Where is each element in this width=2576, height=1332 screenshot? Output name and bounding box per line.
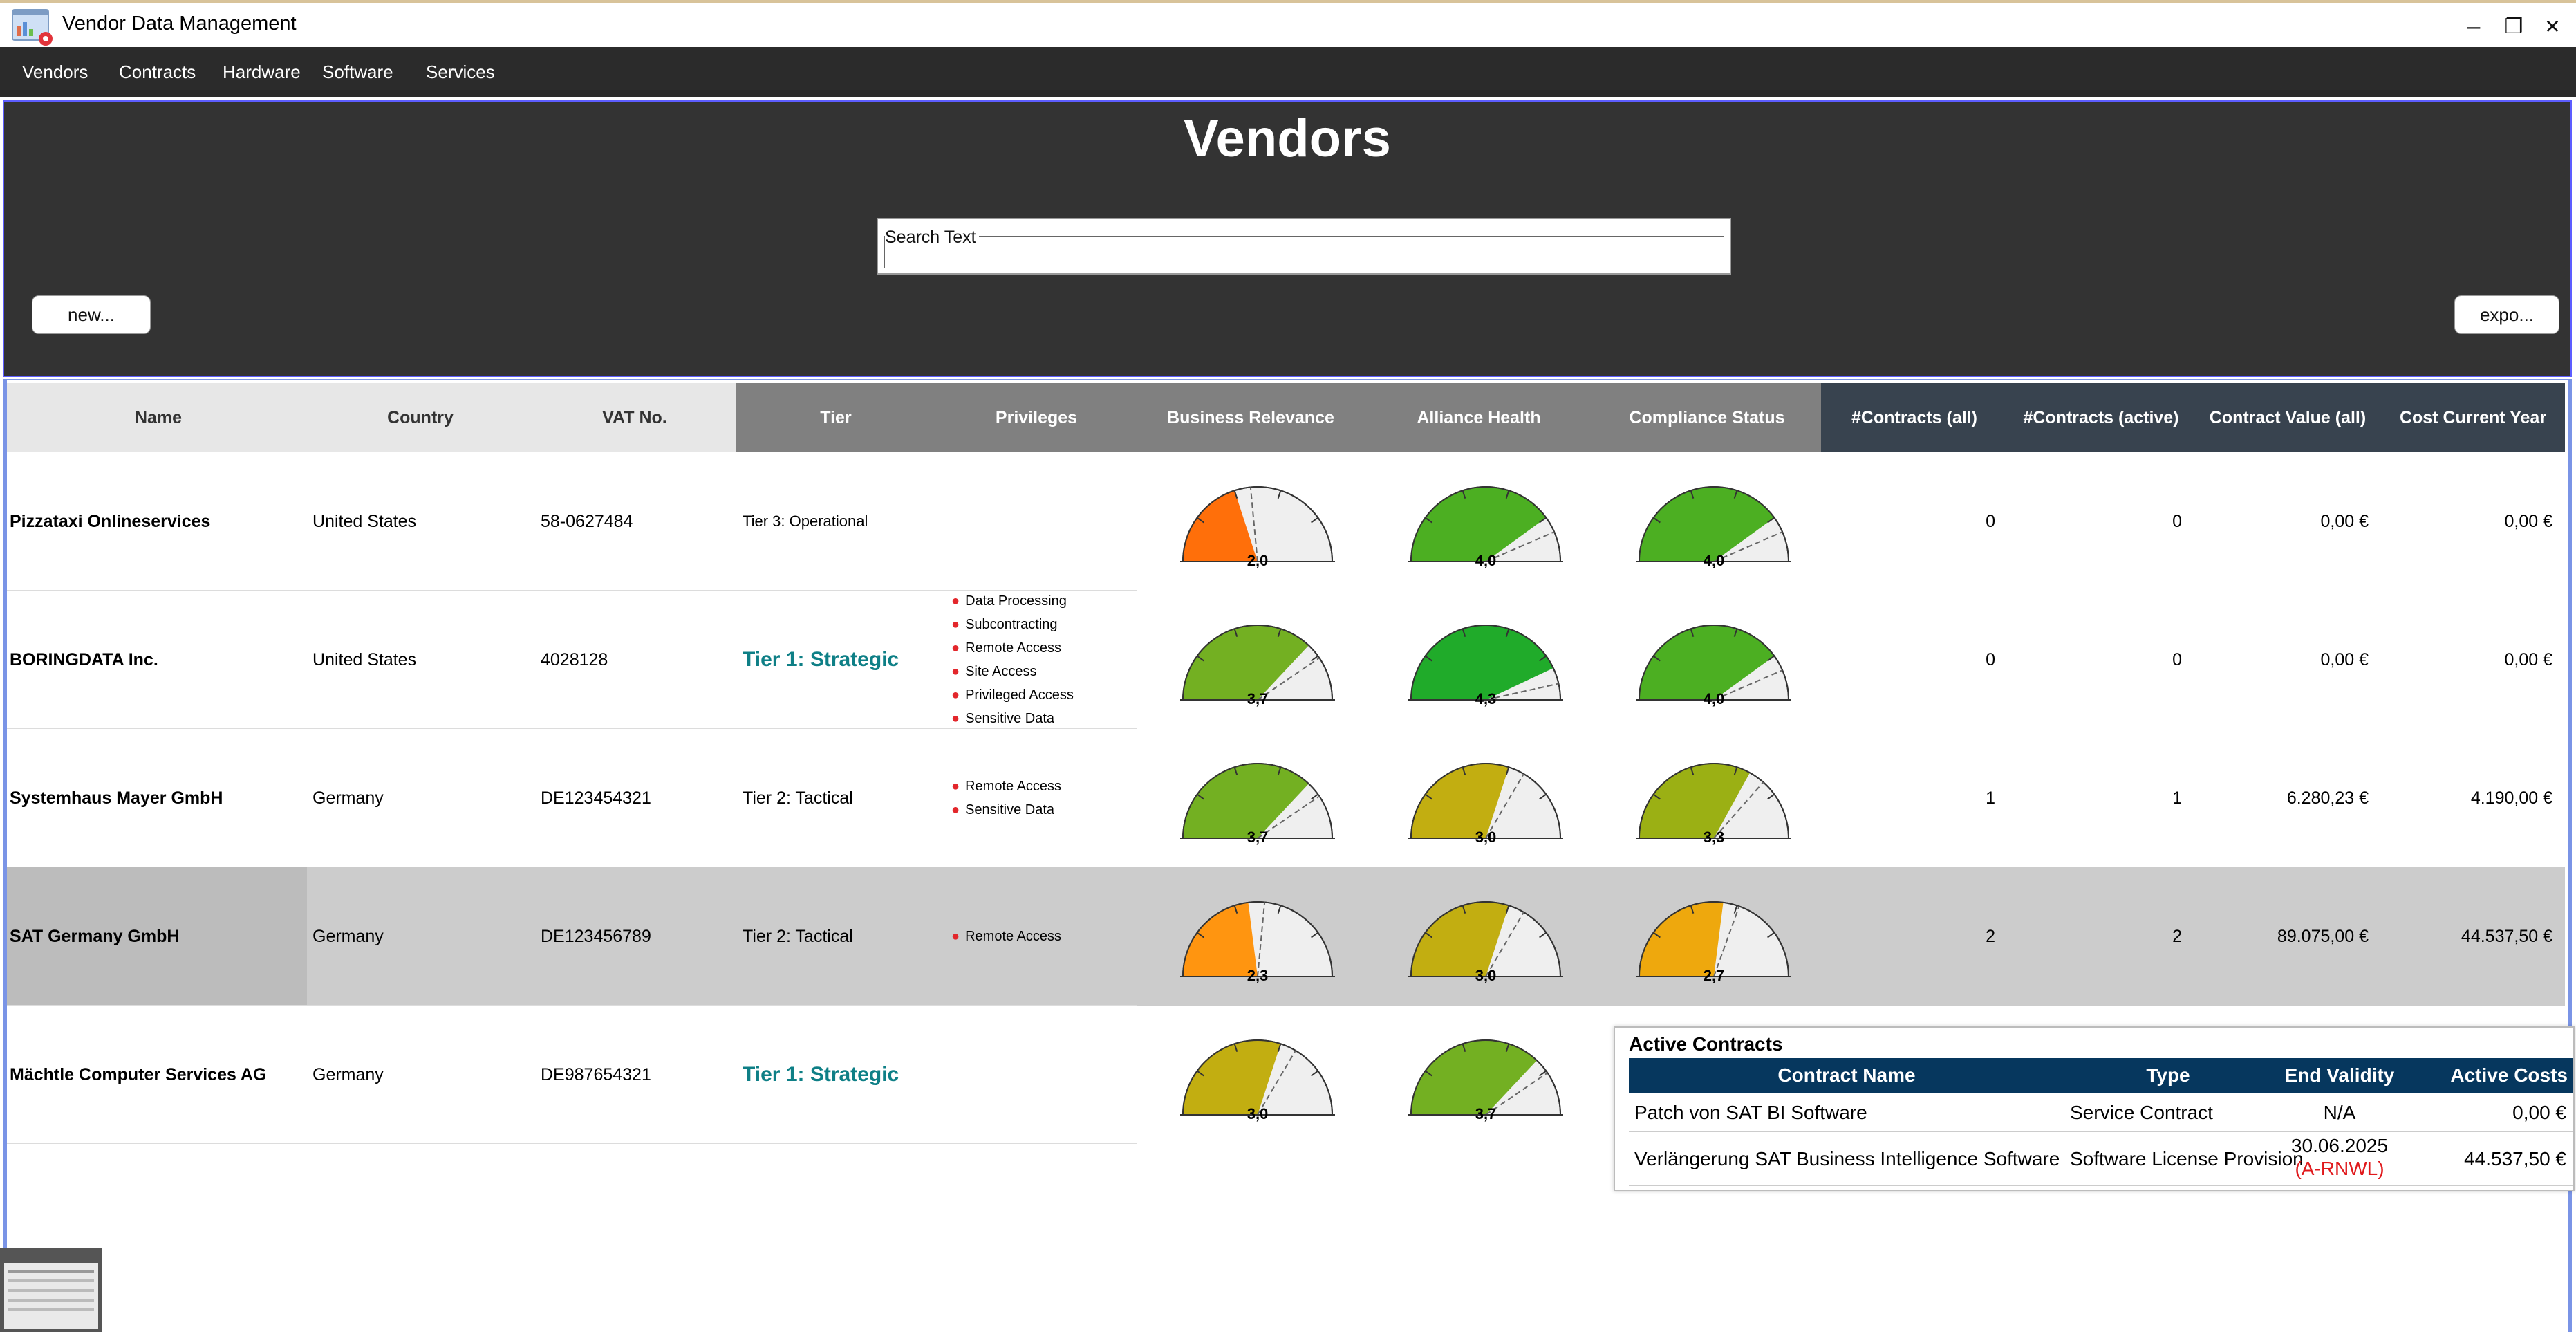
- column-header-contracts-all[interactable]: #Contracts (all): [1821, 383, 2008, 452]
- app-icon: [12, 9, 53, 46]
- menu-hardware[interactable]: Hardware: [223, 47, 301, 97]
- column-header-business-relevance[interactable]: Business Relevance: [1137, 383, 1365, 452]
- thumbnail-line: [8, 1279, 94, 1282]
- column-header-vat[interactable]: VAT No.: [531, 383, 738, 452]
- popup-row-2-type: Software License Provision: [2070, 1148, 2304, 1169]
- column-header-alliance-health[interactable]: Alliance Health: [1365, 383, 1593, 452]
- cost-current-year: 0,00 €: [2504, 649, 2552, 669]
- column-header-country[interactable]: Country: [310, 383, 531, 452]
- popup-row-divider-bottom: [1629, 1185, 2573, 1186]
- search-input[interactable]: [888, 247, 1713, 272]
- active-contracts-popup: Active Contracts Contract Name Type End …: [1614, 1026, 2575, 1191]
- search-frame: [884, 236, 1724, 237]
- thumbnail-line: [8, 1299, 94, 1302]
- popup-col-type: Type: [2146, 1064, 2190, 1086]
- table-row[interactable]: BORINGDATA Inc. United States 4028128 Tier …: [7, 591, 2565, 729]
- window-thumbnail[interactable]: [0, 1248, 102, 1332]
- popup-row-divider: [1629, 1131, 2573, 1132]
- column-header-cost-current-year[interactable]: Cost Current Year: [2381, 383, 2565, 452]
- window-titlebar: Vendor Data Management – ❐ ✕: [0, 0, 2576, 47]
- column-header-name[interactable]: Name: [7, 383, 310, 452]
- table-row[interactable]: Systemhaus Mayer GmbH Germany DE123454321 T…: [7, 729, 2565, 867]
- close-button[interactable]: ✕: [2533, 10, 2572, 43]
- page-title: Vendors: [1184, 109, 1391, 168]
- popup-row-2-end-note: (A-RNWL): [2295, 1158, 2384, 1179]
- popup-row-2-end-date: 30.06.2025: [2290, 1135, 2389, 1156]
- popup-row-1-end: N/A: [2323, 1102, 2356, 1123]
- thumbnail-line: [8, 1289, 94, 1292]
- column-header-contract-value[interactable]: Contract Value (all): [2194, 383, 2381, 452]
- popup-col-end-validity: End Validity: [2284, 1064, 2395, 1086]
- search-label: Search Text: [885, 228, 979, 248]
- window-title: Vendor Data Management: [62, 12, 297, 35]
- popup-col-contract-name: Contract Name: [1777, 1064, 1916, 1086]
- column-header-compliance-status[interactable]: Compliance Status: [1593, 383, 1821, 452]
- minimize-button[interactable]: –: [2454, 10, 2493, 43]
- popup-row-1-cost: 0,00 €: [2512, 1102, 2566, 1123]
- popup-row-1-name[interactable]: Patch von SAT BI Software: [1634, 1095, 1867, 1130]
- cost-current-year: 0,00 €: [2504, 511, 2552, 531]
- menu-contracts[interactable]: Contracts: [119, 47, 196, 97]
- restore-button[interactable]: ❐: [2494, 10, 2533, 43]
- search-box: Search Text: [877, 218, 1731, 275]
- popup-row-2-cost: 44.537,50 €: [2464, 1148, 2566, 1169]
- menu-software[interactable]: Software: [322, 47, 393, 97]
- table-row[interactable]: Pizzataxi Onlineservices United States 58-…: [7, 452, 2565, 591]
- menu-bar: Vendors Contracts Hardware Software Serv…: [0, 47, 2576, 97]
- row-separator: [7, 1143, 1137, 1144]
- cost-current-year: 44.537,50 €: [2461, 926, 2552, 946]
- thumbnail-preview: [4, 1263, 98, 1329]
- cost-current-year: 4.190,00 €: [2470, 788, 2552, 808]
- table-row[interactable]: SAT Germany GmbH Germany DE123456789 Tier 2…: [7, 867, 2565, 1006]
- popup-row-2-name[interactable]: Verlängerung SAT Business Intelligence S…: [1634, 1133, 2060, 1185]
- thumbnail-line: [8, 1308, 94, 1311]
- menu-vendors[interactable]: Vendors: [22, 47, 88, 97]
- popup-title: Active Contracts: [1629, 1033, 1783, 1055]
- popup-row-1-type: Service Contract: [2070, 1102, 2213, 1123]
- export-button[interactable]: expo...: [2454, 295, 2559, 334]
- menu-services[interactable]: Services: [426, 47, 495, 97]
- column-header-tier[interactable]: Tier: [736, 383, 936, 452]
- vendors-header-panel: Vendors Search Text new... expo...: [3, 100, 2572, 377]
- popup-col-active-costs: Active Costs: [2450, 1064, 2568, 1086]
- thumbnail-line: [8, 1270, 94, 1273]
- column-header-contracts-active[interactable]: #Contracts (active): [2008, 383, 2194, 452]
- new-vendor-button[interactable]: new...: [32, 295, 151, 334]
- popup-row-2-end-validity: 30.06.2025 (A-RNWL): [2272, 1134, 2407, 1180]
- column-header-privileges[interactable]: Privileges: [936, 383, 1137, 452]
